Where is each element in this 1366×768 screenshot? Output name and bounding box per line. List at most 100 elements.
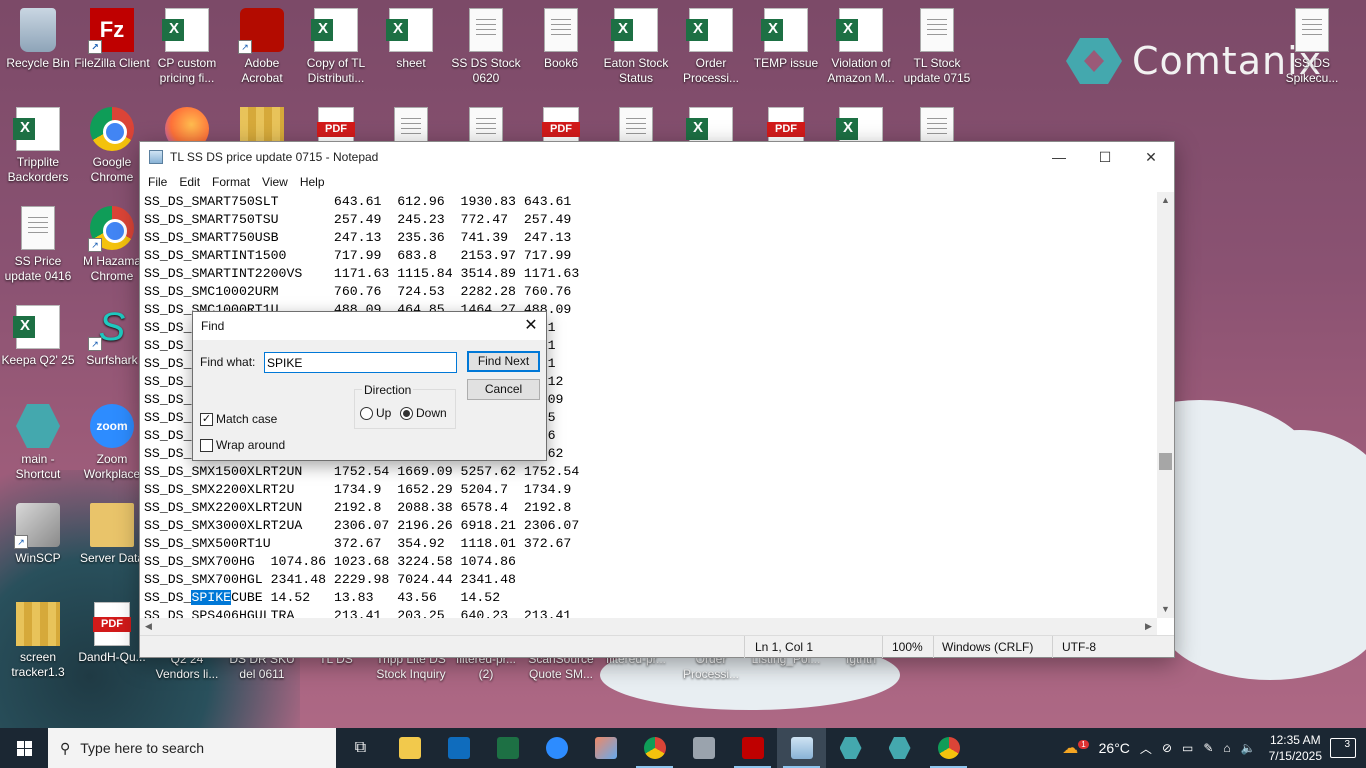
excel-file-icon: [386, 8, 433, 52]
taskbar-hex-app-2[interactable]: [875, 728, 924, 768]
find-dialog-title: Find: [201, 319, 225, 333]
text-line: SS_DS_SMX700HG 1074.86 1023.68 3224.58 1…: [144, 554, 516, 569]
minimize-button[interactable]: —: [1036, 142, 1082, 172]
excel-file-icon: [13, 107, 60, 151]
desktop-icon-ss-ds-spikecube[interactable]: SS DS Spikecu...: [1276, 8, 1348, 86]
direction-down-radio[interactable]: Down: [400, 406, 447, 420]
highlight-prefix: SS_DS_: [144, 590, 192, 605]
excel-icon: [496, 737, 519, 759]
scroll-right-icon[interactable]: ▶: [1140, 618, 1157, 635]
desktop-icon-cp-custom-pricing[interactable]: CP custom pricing fi...: [149, 8, 225, 86]
direction-up-radio[interactable]: Up: [360, 406, 391, 420]
taskbar-paint[interactable]: [581, 728, 630, 768]
text-line: SS_DS_SMART750USB 247.13 235.36 741.39 2…: [144, 230, 572, 245]
start-button[interactable]: [0, 728, 48, 768]
taskbar-excel[interactable]: [483, 728, 532, 768]
scroll-up-icon[interactable]: ▲: [1157, 192, 1174, 209]
desktop-icon-eaton-stock[interactable]: Eaton Stock Status: [598, 8, 674, 86]
scroll-thumb[interactable]: [1159, 453, 1172, 470]
match-case-checkbox[interactable]: ✓ Match case: [200, 412, 277, 426]
text-line: SS_DS_SMX3000XLRT2UA 2306.07 2196.26 691…: [144, 518, 580, 533]
show-hidden-icons-chevron-icon[interactable]: ︿: [1135, 740, 1157, 757]
taskbar-filezilla[interactable]: [728, 728, 777, 768]
taskbar-hex-app-1[interactable]: [826, 728, 875, 768]
filezilla-icon: [741, 737, 764, 759]
close-button[interactable]: ✕: [1128, 142, 1174, 172]
wifi-icon[interactable]: ⌂: [1218, 741, 1235, 755]
taskbar-file-explorer[interactable]: [385, 728, 434, 768]
maximize-button[interactable]: ☐: [1082, 142, 1128, 172]
text-line: SS_DS_SMARTINT1500 717.99 683.8 2153.97 …: [144, 248, 572, 263]
pen-icon[interactable]: ✎: [1198, 741, 1218, 755]
find-next-button[interactable]: Find Next: [467, 351, 540, 372]
find-what-input[interactable]: [264, 352, 457, 373]
cancel-button[interactable]: Cancel: [467, 379, 540, 400]
taskbar-search[interactable]: ⚲ Type here to search: [48, 728, 336, 768]
volume-icon[interactable]: 🔈: [1236, 741, 1261, 755]
scroll-down-icon[interactable]: ▼: [1157, 601, 1174, 618]
scroll-left-icon[interactable]: ◀: [140, 618, 157, 635]
desktop-icon-violation-amazon[interactable]: Violation of Amazon M...: [823, 8, 899, 86]
taskbar-zoom[interactable]: [532, 728, 581, 768]
network-icon[interactable]: ⊘: [1157, 741, 1177, 755]
status-bar: Ln 1, Col 1 100% Windows (CRLF) UTF-8: [140, 635, 1174, 658]
desktop-icon-adobe-acrobat[interactable]: Adobe Acrobat: [224, 8, 300, 86]
weather-temperature[interactable]: 26°C: [1094, 740, 1135, 756]
radio-icon: [360, 406, 373, 420]
desktop-icon-book6[interactable]: Book6: [523, 8, 599, 71]
taskbar-chrome[interactable]: [630, 728, 679, 768]
menu-view[interactable]: View: [256, 175, 294, 189]
text-line: SS_DS_SMX500RT1U 372.67 354.92 1118.01 3…: [144, 536, 572, 551]
desktop-icon-screen-tracker[interactable]: screen tracker1.3: [0, 602, 76, 680]
comtanix-logo-mark: [1066, 38, 1122, 84]
weather-icon[interactable]: ☁ 1: [1057, 738, 1093, 758]
text-line: SS_DS_SMX2200XLRT2U 1734.9 1652.29 5204.…: [144, 482, 572, 497]
excel-file-icon: [611, 8, 658, 52]
task-view-button[interactable]: ⧉: [336, 728, 385, 768]
notifications-icon[interactable]: 3: [1330, 738, 1356, 758]
vertical-scrollbar[interactable]: ▲ ▼: [1157, 192, 1174, 618]
taskbar-outlook[interactable]: [434, 728, 483, 768]
task-view-icon: ⧉: [354, 739, 367, 756]
desktop-icon-winscp[interactable]: WinSCP: [0, 503, 76, 566]
desktop-icon-ss-price-update[interactable]: SS Price update 0416: [0, 206, 76, 284]
desktop-icon-main-shortcut[interactable]: main - Shortcut: [0, 404, 76, 482]
desktop-icon-tl-stock-update[interactable]: TL Stock update 0715: [899, 8, 975, 86]
taskbar: ⚲ Type here to search ⧉ ☁ 1 26°C ︿ ⊘ ▭ ✎ …: [0, 728, 1366, 768]
text-line: SS_DS_SMX1500XLRT2UN 1752.54 1669.09 525…: [144, 464, 580, 479]
taskbar-calculator[interactable]: [679, 728, 728, 768]
folder-icon: [90, 503, 134, 547]
clock[interactable]: 12:35 AM 7/15/2025: [1261, 732, 1330, 764]
menu-file[interactable]: File: [142, 175, 173, 189]
desktop-icon-temp-issue[interactable]: TEMP issue: [748, 8, 824, 71]
horizontal-scrollbar[interactable]: ◀ ▶: [140, 618, 1157, 635]
desktop-icon-tripplite-backorders[interactable]: Tripplite Backorders: [0, 107, 76, 185]
text-line: SS_DS_SMART750SLT 643.61 612.96 1930.83 …: [144, 194, 572, 209]
app-hexagon-icon: [888, 737, 911, 759]
desktop-icon-ss-ds-stock[interactable]: SS DS Stock 0620: [448, 8, 524, 86]
system-tray: ☁ 1 26°C ︿ ⊘ ▭ ✎ ⌂ 🔈 12:35 AM 7/15/2025 3: [1057, 728, 1366, 768]
desktop-icon-sheet[interactable]: sheet: [373, 8, 449, 71]
desktop-icon-keepa[interactable]: Keepa Q2' 25: [0, 305, 76, 368]
excel-file-icon: [162, 8, 209, 52]
status-cursor-position: Ln 1, Col 1: [755, 640, 814, 654]
desktop-icon-filezilla[interactable]: FzFileZilla Client: [74, 8, 150, 71]
menu-format[interactable]: Format: [206, 175, 256, 189]
notepad-titlebar[interactable]: TL SS DS price update 0715 - Notepad — ☐…: [140, 142, 1174, 172]
find-dialog: Find ✕ Find what: Find Next Cancel Direc…: [192, 311, 547, 461]
menu-help[interactable]: Help: [294, 175, 331, 189]
find-dialog-titlebar[interactable]: Find ✕: [193, 312, 546, 340]
desktop-icon-order-processing[interactable]: Order Processi...: [673, 8, 749, 86]
desktop-icon-recycle-bin[interactable]: Recycle Bin: [0, 8, 76, 71]
battery-icon[interactable]: ▭: [1177, 741, 1198, 755]
text-line: SS_DS_SMX2200XLRT2UN 2192.8 2088.38 6578…: [144, 500, 572, 515]
taskbar-notepad[interactable]: [777, 728, 826, 768]
excel-file-icon: [13, 305, 60, 349]
desktop-icon-copy-of-tl[interactable]: Copy of TL Distributi...: [298, 8, 374, 86]
menu-edit[interactable]: Edit: [173, 175, 206, 189]
wrap-around-checkbox[interactable]: Wrap around: [200, 438, 285, 452]
search-icon: ⚲: [60, 739, 71, 756]
chrome-icon: [937, 737, 960, 759]
find-close-icon[interactable]: ✕: [516, 312, 546, 340]
taskbar-chrome-2[interactable]: [924, 728, 973, 768]
